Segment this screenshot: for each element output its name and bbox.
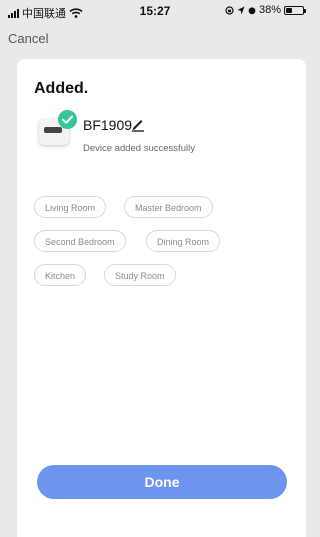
battery-icon [284, 5, 306, 15]
result-card: Added. BF1909 Device added successfully … [17, 59, 306, 537]
page-title: Added. [34, 80, 89, 97]
room-chip-kitchen[interactable]: Kitchen [34, 264, 87, 286]
cancel-button[interactable]: Cancel [8, 31, 48, 46]
check-icon [58, 110, 77, 129]
status-bar: 中国联通 15:27 38% [0, 0, 310, 22]
room-chip-dining-room[interactable]: Dining Room [146, 230, 221, 252]
room-chip-master-bedroom[interactable]: Master Bedroom [124, 196, 213, 218]
location-icon [237, 6, 245, 14]
device-status-text: Device added successfully [83, 143, 195, 154]
device-name: BF1909 [83, 117, 133, 133]
room-chip-study-room[interactable]: Study Room [104, 264, 176, 286]
room-chip-second-bedroom[interactable]: Second Bedroom [34, 230, 126, 252]
lock-rotation-icon [225, 5, 234, 15]
status-right: 38% [225, 4, 306, 16]
done-button[interactable]: Done [37, 465, 287, 499]
alarm-icon [248, 6, 256, 14]
room-chip-living-room[interactable]: Living Room [34, 196, 107, 218]
edit-pencil-icon[interactable] [130, 116, 146, 132]
battery-percent: 38% [258, 4, 281, 16]
